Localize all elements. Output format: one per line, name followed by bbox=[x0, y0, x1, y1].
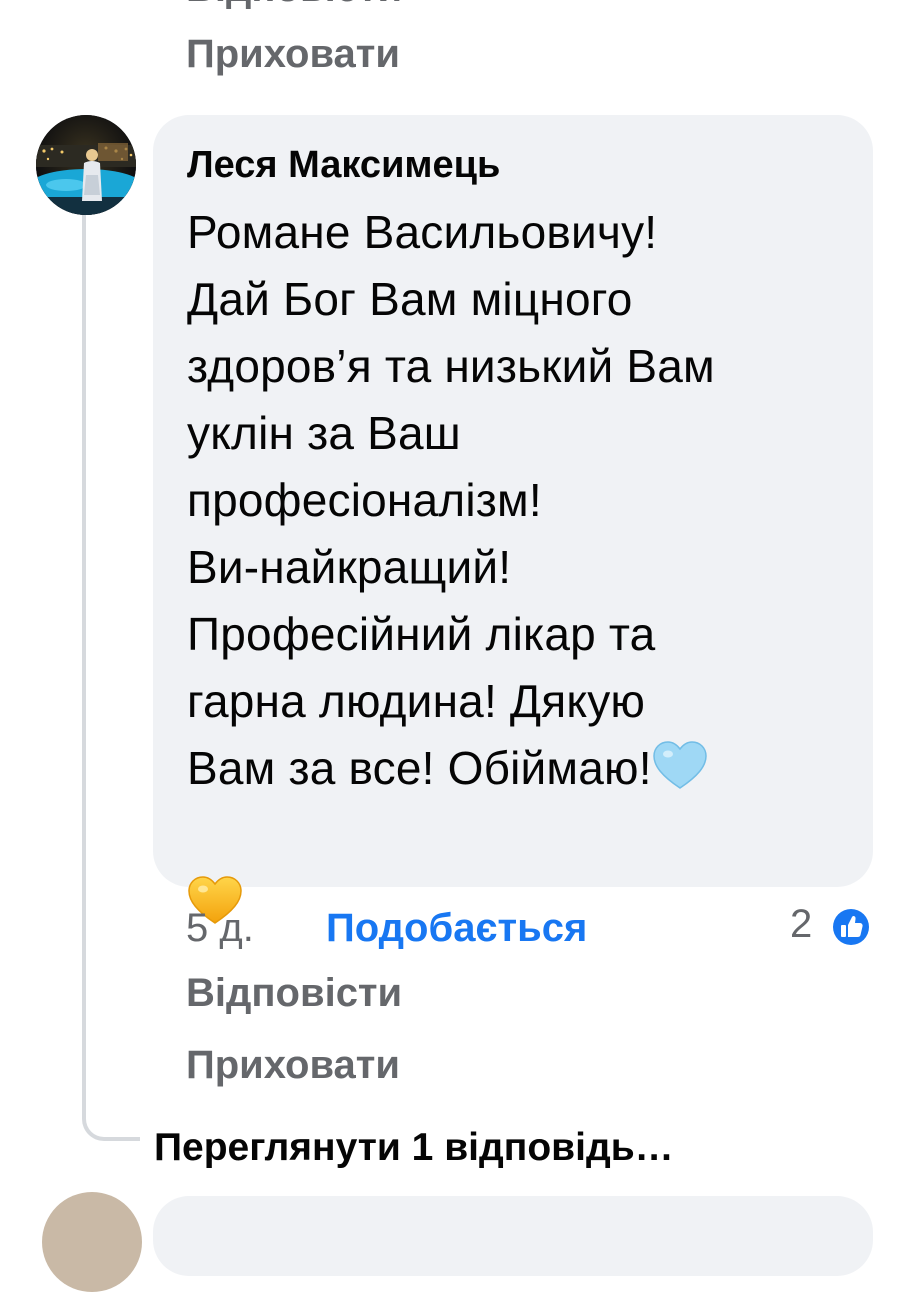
reply-button[interactable]: Відповісти bbox=[186, 971, 402, 1016]
hide-button[interactable]: Приховати bbox=[186, 1043, 400, 1088]
previous-reply-link[interactable]: Відповісти bbox=[186, 0, 402, 11]
thread-connector-line bbox=[82, 215, 140, 1141]
next-comment-bubble bbox=[153, 1196, 873, 1276]
reaction-count[interactable]: 2 bbox=[790, 902, 812, 947]
like-icon[interactable] bbox=[829, 905, 873, 949]
like-button[interactable]: Подобається bbox=[326, 906, 587, 951]
avatar-photo bbox=[36, 115, 136, 215]
previous-hide-link[interactable]: Приховати bbox=[186, 32, 400, 77]
comment-bubble: Леся Максимець Романе Васильовичу! Дай Б… bbox=[153, 115, 873, 924]
comment-age: 5 д. bbox=[186, 906, 254, 950]
avatar[interactable] bbox=[36, 115, 136, 215]
comment-body: Романе Васильовичу! Дай Бог Вам міцного … bbox=[187, 199, 843, 937]
light-blue-heart-icon bbox=[652, 741, 707, 789]
next-comment-avatar[interactable] bbox=[42, 1192, 142, 1292]
comment-author[interactable]: Леся Максимець bbox=[187, 139, 843, 191]
comment-text: Романе Васильовичу! Дай Бог Вам міцного … bbox=[187, 206, 715, 794]
view-replies-link[interactable]: Переглянути 1 відповідь… bbox=[154, 1126, 674, 1170]
